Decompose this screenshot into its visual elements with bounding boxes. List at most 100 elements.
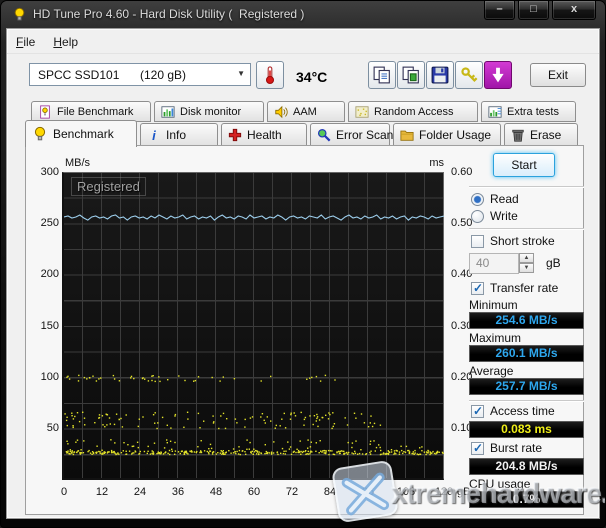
checkbox-unchecked-icon xyxy=(471,235,484,248)
copy-image-button[interactable] xyxy=(397,61,425,89)
tab-label: Error Scan xyxy=(336,128,393,142)
short-stroke-checkbox[interactable]: Short stroke xyxy=(471,234,555,248)
tab-aam[interactable]: AAM xyxy=(267,101,345,122)
average-label: Average xyxy=(469,364,513,378)
axis-tick: 250 xyxy=(32,217,59,229)
maximum-value: 260.1 MB/s xyxy=(469,345,584,362)
minimum-label: Minimum xyxy=(469,298,518,312)
tab-extra-tests[interactable]: Extra tests xyxy=(481,101,576,122)
random-access-icon xyxy=(355,105,369,119)
tab-file-benchmark[interactable]: File Benchmark xyxy=(31,101,151,122)
tab-disk-monitor[interactable]: Disk monitor xyxy=(154,101,264,122)
axis-tick: 0.60 xyxy=(451,166,483,178)
temperature-button[interactable] xyxy=(256,61,284,89)
menu-bar: FileHelp xyxy=(7,30,599,54)
info-icon: i xyxy=(147,128,161,142)
title-bar[interactable]: HD Tune Pro 4.60 - Hard Disk Utility ( R… xyxy=(1,1,605,28)
tab-folder-usage[interactable]: Folder Usage xyxy=(393,123,501,146)
short-stroke-size-field[interactable]: 40 xyxy=(469,253,519,274)
tab-label: File Benchmark xyxy=(57,106,133,118)
transfer-rate-checkbox[interactable]: Transfer rate xyxy=(471,281,558,295)
tab-label: Info xyxy=(166,128,186,142)
y-left-axis-label: MB/s xyxy=(65,157,90,169)
access-time-checkbox[interactable]: Access time xyxy=(471,404,555,418)
axis-tick: 0 xyxy=(51,486,77,498)
tab-random-access[interactable]: Random Access xyxy=(348,101,478,122)
disk-monitor-icon xyxy=(161,105,175,119)
write-radio[interactable]: Write xyxy=(471,209,518,223)
tab-benchmark[interactable]: Benchmark xyxy=(25,120,137,147)
keys-button[interactable] xyxy=(455,61,483,89)
copy-button[interactable] xyxy=(368,61,396,89)
minimize-button[interactable]: – xyxy=(484,1,515,20)
maximum-label: Maximum xyxy=(469,331,521,345)
chevron-down-icon: ▼ xyxy=(237,69,245,78)
app-icon xyxy=(12,7,27,22)
burst-rate-checkbox[interactable]: Burst rate xyxy=(471,441,542,455)
separator xyxy=(469,400,584,402)
checkbox-checked-icon xyxy=(471,442,484,455)
tab-label: Folder Usage xyxy=(419,128,491,142)
stepper-up-icon[interactable]: ▲ xyxy=(519,253,534,263)
axis-tick: 200 xyxy=(32,268,59,280)
drive-select[interactable]: SPCC SSD101 (120 gB) ▼ xyxy=(29,63,251,86)
average-value: 257.7 MB/s xyxy=(469,378,584,395)
short-stroke-label: Short stroke xyxy=(490,234,555,248)
window-controls: – □ x xyxy=(481,1,596,20)
drive-name: SPCC SSD101 xyxy=(38,68,119,82)
axis-tick: 48 xyxy=(203,486,229,498)
tab-label: AAM xyxy=(293,106,317,118)
axis-tick: 72 xyxy=(279,486,305,498)
exit-button[interactable]: Exit xyxy=(530,63,586,87)
window-title: HD Tune Pro 4.60 - Hard Disk Utility ( R… xyxy=(33,7,304,21)
download-button[interactable] xyxy=(484,61,512,89)
axis-tick: 12 xyxy=(89,486,115,498)
x-logo-icon xyxy=(333,462,397,526)
save-icon xyxy=(431,66,449,84)
tab-health[interactable]: Health xyxy=(221,123,307,146)
file-benchmark-icon xyxy=(38,105,52,119)
copy-image-icon xyxy=(402,66,420,84)
checkbox-checked-icon xyxy=(471,405,484,418)
bulb-icon xyxy=(32,126,48,142)
axis-tick: 60 xyxy=(241,486,267,498)
read-radio[interactable]: Read xyxy=(471,192,519,206)
registered-watermark: Registered xyxy=(71,177,146,196)
bulb-icon xyxy=(12,7,27,22)
burst-rate-value: 204.8 MB/s xyxy=(469,458,584,475)
tab-label: Erase xyxy=(530,128,561,142)
close-button[interactable]: x xyxy=(552,1,596,20)
keys-icon xyxy=(460,66,478,84)
extra-tests-icon xyxy=(488,105,502,119)
tab-error-scan[interactable]: Error Scan xyxy=(310,123,390,146)
start-button[interactable]: Start xyxy=(493,153,555,177)
access-time-value: 0.083 ms xyxy=(469,421,584,438)
short-stroke-unit: gB xyxy=(546,256,561,270)
axis-tick: 24 xyxy=(127,486,153,498)
radio-unchecked-icon xyxy=(471,210,484,223)
short-stroke-size-value: 40 xyxy=(476,256,489,270)
health-icon xyxy=(228,128,242,142)
short-stroke-stepper[interactable]: ▲ ▼ xyxy=(519,253,534,274)
tab-label: Disk monitor xyxy=(180,106,241,118)
stepper-down-icon[interactable]: ▼ xyxy=(519,263,534,273)
minimum-value: 254.6 MB/s xyxy=(469,312,584,329)
trash-icon xyxy=(511,128,525,142)
menu-help[interactable]: Help xyxy=(44,32,87,52)
drive-size: (120 gB) xyxy=(140,68,186,82)
thermometer-icon xyxy=(261,66,279,84)
axis-tick: 150 xyxy=(32,320,59,332)
checkbox-checked-icon xyxy=(471,282,484,295)
tab-label: Benchmark xyxy=(53,127,114,141)
maximize-button[interactable]: □ xyxy=(518,1,549,20)
save-button[interactable] xyxy=(426,61,454,89)
tab-info[interactable]: i Info xyxy=(140,123,218,146)
watermark-logo xyxy=(331,460,399,524)
axis-tick: 300 xyxy=(32,166,59,178)
tab-erase[interactable]: Erase xyxy=(504,123,578,146)
copy-icon xyxy=(373,66,391,84)
axis-tick: 36 xyxy=(165,486,191,498)
separator xyxy=(469,186,584,188)
app-window: HD Tune Pro 4.60 - Hard Disk Utility ( R… xyxy=(0,0,606,528)
menu-file[interactable]: File xyxy=(7,32,44,52)
